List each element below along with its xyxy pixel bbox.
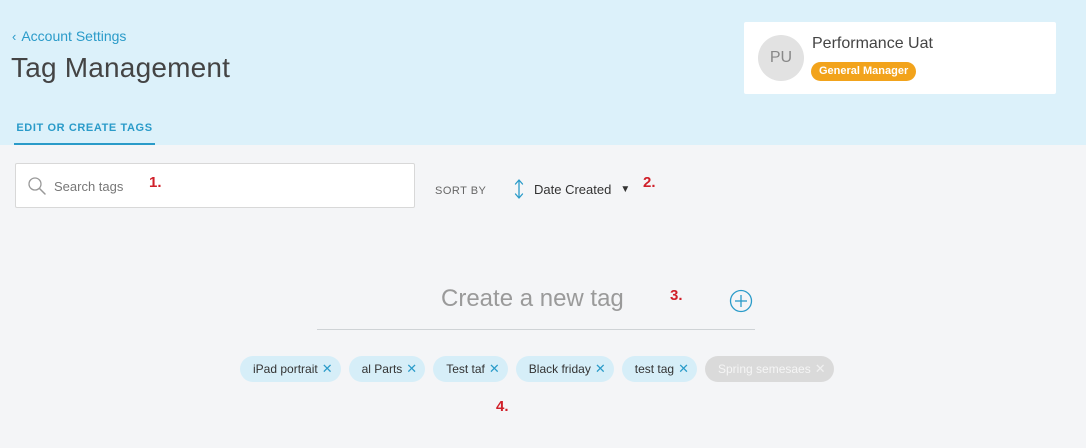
tag-label: Test taf — [446, 362, 485, 376]
add-circle-icon[interactable] — [729, 289, 753, 313]
remove-tag-icon[interactable]: ✕ — [595, 361, 606, 377]
sort-by-label: SORT BY — [435, 185, 487, 197]
create-tag-field[interactable]: Create a new tag — [317, 280, 755, 330]
tag-chip-disabled: Spring semesaes ✕ — [705, 356, 834, 382]
user-card: PU Performance Uat General Manager — [744, 22, 1056, 94]
remove-tag-icon[interactable]: ✕ — [489, 361, 500, 377]
tab-edit-or-create-tags[interactable]: EDIT OR CREATE TAGS — [14, 114, 155, 145]
sort-arrows-icon — [514, 179, 524, 199]
tag-chip[interactable]: test tag ✕ — [621, 356, 697, 382]
tag-list: iPad portrait ✕ al Parts ✕ Test taf ✕ Bl… — [240, 356, 834, 382]
page-title: Tag Management — [11, 52, 231, 83]
search-box — [15, 163, 415, 208]
annotation-2: 2. — [643, 174, 656, 191]
remove-tag-icon[interactable]: ✕ — [678, 361, 689, 377]
tag-label: Spring semesaes — [718, 362, 811, 376]
back-to-account-settings-link[interactable]: ‹ Account Settings — [12, 28, 126, 44]
tag-label: iPad portrait — [253, 362, 318, 376]
annotation-4: 4. — [496, 398, 509, 415]
sort-dropdown[interactable]: Date Created ▼ — [512, 178, 630, 200]
chevron-left-icon: ‹ — [12, 28, 17, 44]
search-input[interactable] — [54, 174, 384, 198]
remove-tag-icon: ✕ — [814, 361, 826, 376]
tag-label: al Parts — [361, 362, 403, 376]
create-tag-placeholder: Create a new tag — [441, 285, 624, 312]
search-icon — [28, 177, 46, 195]
tag-label: test tag — [634, 362, 675, 376]
sort-value: Date Created — [534, 181, 612, 197]
tag-chip[interactable]: al Parts ✕ — [348, 356, 426, 382]
tag-label: Black friday — [528, 362, 591, 376]
annotation-1: 1. — [149, 174, 162, 191]
back-link-label: Account Settings — [21, 28, 127, 44]
caret-down-icon: ▼ — [620, 183, 631, 195]
tag-chip[interactable]: iPad portrait ✕ — [240, 356, 341, 382]
remove-tag-icon[interactable]: ✕ — [406, 361, 417, 377]
avatar[interactable]: PU — [758, 35, 804, 81]
page-header: ‹ Account Settings Tag Management PU Per… — [0, 0, 1086, 145]
annotation-3: 3. — [670, 287, 683, 304]
remove-tag-icon[interactable]: ✕ — [322, 361, 333, 377]
tag-chip[interactable]: Test taf ✕ — [433, 356, 508, 382]
role-badge: General Manager — [811, 62, 917, 81]
tag-chip[interactable]: Black friday ✕ — [515, 356, 614, 382]
user-name: Performance Uat — [812, 35, 933, 52]
